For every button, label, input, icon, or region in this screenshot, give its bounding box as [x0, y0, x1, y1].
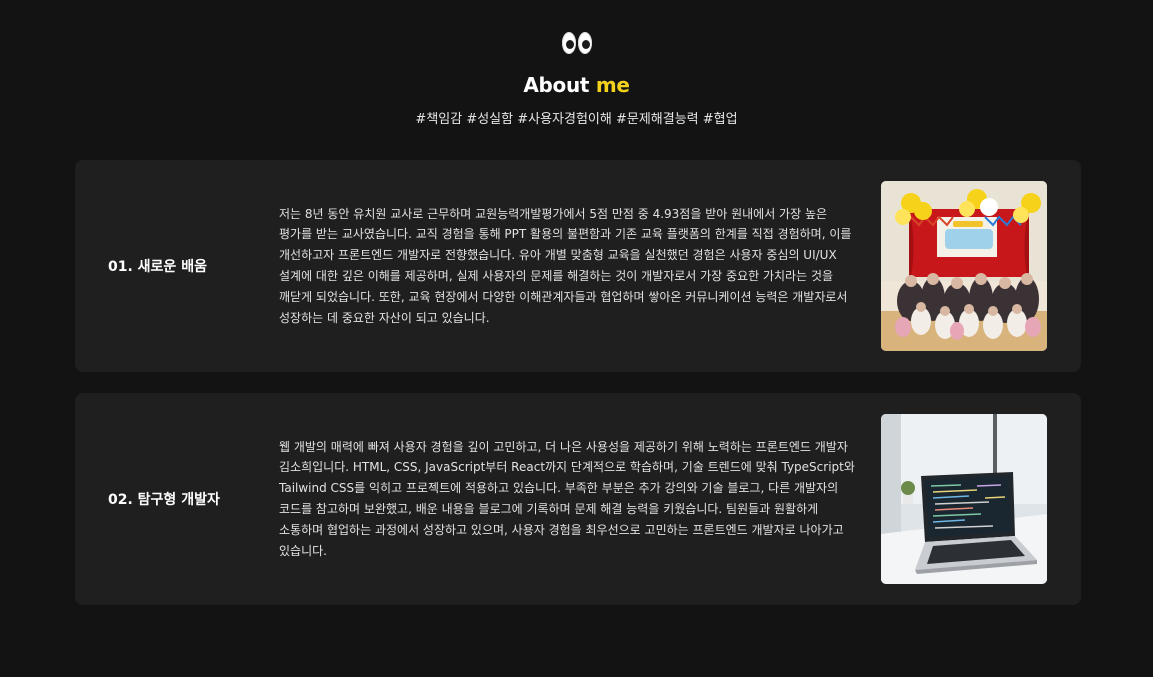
card-paragraph: 저는 8년 동안 유치원 교사로 근무하며 교원능력개발평가에서 5점 만점 중… [279, 206, 852, 325]
about-card-1: 01. 새로운 배움 저는 8년 동안 유치원 교사로 근무하며 교원능력개발평… [75, 160, 1081, 372]
hashtag-list: #책임감 #성실함 #사용자경험이해 #문제해결능력 #협업 [415, 112, 738, 127]
card-description: 웹 개발의 매력에 빠져 사용자 경험을 깊이 고민하고, 더 나은 사용성을 … [279, 393, 856, 605]
kindergarten-photo [881, 181, 1047, 351]
title-accent: me [595, 73, 630, 97]
eyes-icon [0, 32, 1153, 54]
about-card-2: 02. 탐구형 개발자 웹 개발의 매력에 빠져 사용자 경험을 깊이 고민하고… [75, 393, 1081, 605]
card-title: 01. 새로운 배움 [108, 259, 207, 275]
title-main: About [523, 73, 590, 97]
about-section: About me #책임감 #성실함 #사용자경험이해 #문제해결능력 #협업 … [0, 0, 1153, 677]
left-eye [561, 32, 576, 54]
card-paragraph: 웹 개발의 매력에 빠져 사용자 경험을 깊이 고민하고, 더 나은 사용성을 … [279, 439, 855, 558]
section-title: About me [0, 73, 1153, 97]
card-description: 저는 8년 동안 유치원 교사로 근무하며 교원능력개발평가에서 5점 만점 중… [279, 160, 856, 372]
right-eye [577, 32, 592, 54]
card-title: 02. 탐구형 개발자 [108, 492, 220, 508]
laptop-photo [881, 414, 1047, 584]
